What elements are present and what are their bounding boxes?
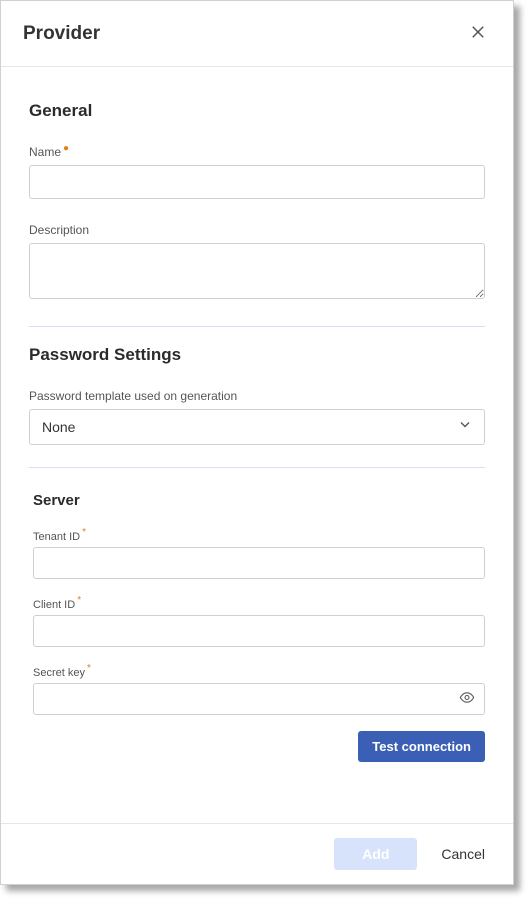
close-icon [469,23,487,41]
dialog-header: Provider [1,1,513,67]
name-label: Name [29,145,61,159]
client-id-field: Client ID* [33,595,485,647]
secret-key-wrap [33,683,485,715]
password-template-field: Password template used on generation Non… [29,387,485,445]
dialog-footer: Add Cancel [1,823,513,884]
password-settings-heading: Password Settings [29,345,485,365]
client-id-label: Client ID [33,599,75,611]
secret-key-field: Secret key* [33,663,485,715]
test-connection-button[interactable]: Test connection [358,731,485,762]
test-connection-row: Test connection [33,731,485,762]
dialog-body: General Name● Description Password Setti… [1,67,513,823]
required-icon: * [77,595,81,606]
name-field: Name● [29,143,485,199]
password-template-select-wrap: None [29,409,485,445]
secret-key-label: Secret key [33,667,85,679]
tenant-id-input[interactable] [33,547,485,579]
dialog-title: Provider [23,23,100,45]
password-template-select[interactable]: None [29,409,485,445]
separator [29,326,485,327]
description-label: Description [29,223,89,237]
reveal-password-button[interactable] [457,688,477,711]
add-button[interactable]: Add [334,838,417,870]
description-input[interactable] [29,243,485,299]
provider-dialog: Provider General Name● Description Passw… [0,0,514,885]
server-block: Tenant ID* Client ID* Secret key* [29,527,485,762]
cancel-button[interactable]: Cancel [435,838,491,870]
password-template-label: Password template used on generation [29,389,237,403]
client-id-input[interactable] [33,615,485,647]
general-heading: General [29,101,485,121]
required-icon: * [82,527,86,538]
tenant-id-field: Tenant ID* [33,527,485,579]
close-button[interactable] [465,19,491,48]
required-icon: ● [63,143,69,154]
separator [29,467,485,468]
required-icon: * [87,663,91,674]
eye-icon [459,690,475,706]
description-field: Description [29,221,485,304]
name-input[interactable] [29,165,485,199]
server-heading: Server [33,492,485,509]
secret-key-input[interactable] [33,683,485,715]
tenant-id-label: Tenant ID [33,531,80,543]
